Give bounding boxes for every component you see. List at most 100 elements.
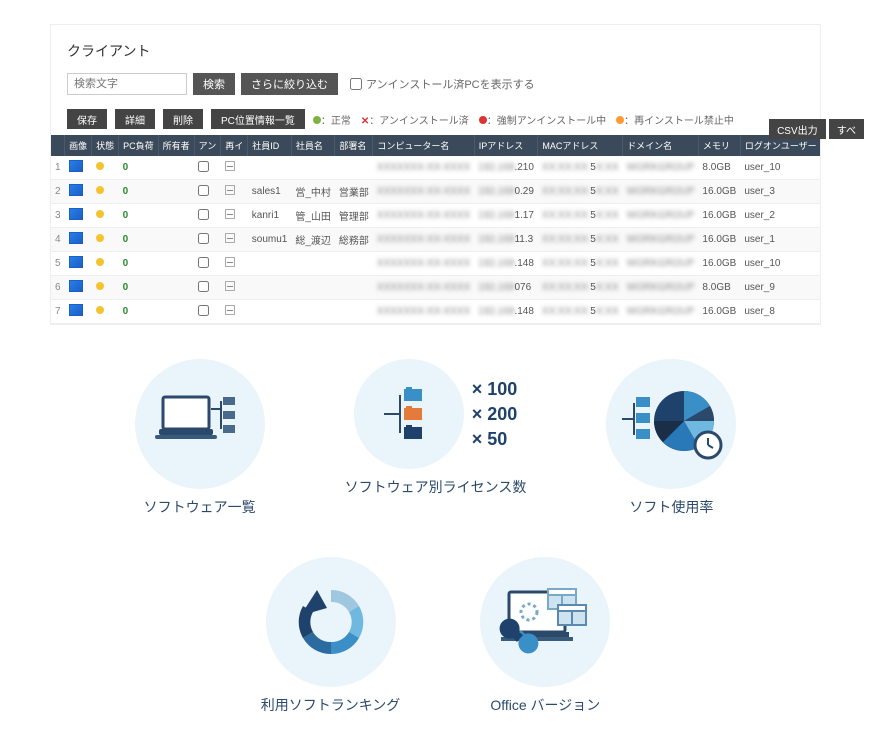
uninstall-checkbox[interactable] bbox=[198, 281, 209, 292]
domain-cell: WORKGROUP bbox=[623, 252, 699, 276]
column-header[interactable] bbox=[51, 135, 65, 156]
table-row[interactable]: 30kanri1管_山田管理部XXXXXXX-XX-XXXX192.1681.1… bbox=[51, 204, 820, 228]
uninstall-cell[interactable] bbox=[194, 252, 221, 276]
ip-address-cell: 192.168.148 bbox=[474, 252, 538, 276]
department-cell bbox=[335, 252, 373, 276]
image-cell[interactable] bbox=[65, 276, 92, 300]
uninstall-cell[interactable] bbox=[194, 300, 221, 324]
uninstall-checkbox[interactable] bbox=[198, 305, 209, 316]
employee-name-cell: 総_渡辺 bbox=[291, 228, 335, 252]
uninstall-cell[interactable] bbox=[194, 228, 221, 252]
department-cell: 総務部 bbox=[335, 228, 373, 252]
image-cell[interactable] bbox=[65, 180, 92, 204]
reinstall-cell[interactable] bbox=[221, 276, 248, 300]
memory-cell: 8.0GB bbox=[698, 156, 740, 180]
search-input[interactable] bbox=[67, 73, 187, 95]
reinstall-cell[interactable] bbox=[221, 228, 248, 252]
ip-address-cell: 192.168076 bbox=[474, 276, 538, 300]
column-header[interactable]: 再イ bbox=[221, 135, 248, 156]
uninstall-checkbox[interactable] bbox=[198, 209, 209, 220]
save-button[interactable]: 保存 bbox=[67, 109, 107, 129]
uninstalled-checkbox-label[interactable]: アンインストール済PCを表示する bbox=[350, 76, 535, 92]
uninstall-checkbox[interactable] bbox=[198, 233, 209, 244]
reinstall-cell[interactable] bbox=[221, 204, 248, 228]
collapse-icon[interactable] bbox=[225, 233, 235, 243]
table-row[interactable]: 20sales1営_中村営業部XXXXXXX-XX-XXXX192.1680.2… bbox=[51, 180, 820, 204]
uninstall-checkbox[interactable] bbox=[198, 257, 209, 268]
column-header[interactable]: メモリ bbox=[698, 135, 740, 156]
employee-id-cell bbox=[248, 252, 292, 276]
column-header[interactable]: 画像 bbox=[65, 135, 92, 156]
image-cell[interactable] bbox=[65, 300, 92, 324]
uninstalled-checkbox[interactable] bbox=[350, 78, 362, 90]
owner-cell bbox=[158, 156, 194, 180]
csv-export-button[interactable]: CSV出力 bbox=[769, 119, 826, 139]
collapse-icon[interactable] bbox=[225, 257, 235, 267]
uninstall-cell[interactable] bbox=[194, 204, 221, 228]
delete-button[interactable]: 削除 bbox=[163, 109, 203, 129]
uninstall-cell[interactable] bbox=[194, 276, 221, 300]
image-cell[interactable] bbox=[65, 156, 92, 180]
column-header[interactable]: 社員ID bbox=[248, 135, 292, 156]
row-number: 6 bbox=[51, 276, 65, 300]
collapse-icon[interactable] bbox=[225, 185, 235, 195]
table-row[interactable]: 60XXXXXXX-XX-XXXX192.168076XX:XX:XX:5X:X… bbox=[51, 276, 820, 300]
memory-cell: 16.0GB bbox=[698, 180, 740, 204]
reinstall-cell[interactable] bbox=[221, 180, 248, 204]
filter-button[interactable]: さらに絞り込む bbox=[241, 73, 338, 95]
status-legend: ：正常 ✕：アンインストール済 ：強制アンインストール中 ：再インストール禁止中 bbox=[313, 112, 734, 127]
uninstall-cell[interactable] bbox=[194, 156, 221, 180]
column-header[interactable]: アン bbox=[194, 135, 221, 156]
column-header[interactable]: 社員名 bbox=[291, 135, 335, 156]
uninstall-cell[interactable] bbox=[194, 180, 221, 204]
table-row[interactable]: 10XXXXXXX-XX-XXXX192.168.210XX:XX:XX:5X:… bbox=[51, 156, 820, 180]
column-header[interactable]: 部署名 bbox=[335, 135, 373, 156]
table-row[interactable]: 50XXXXXXX-XX-XXXX192.168.148XX:XX:XX:5X:… bbox=[51, 252, 820, 276]
owner-cell bbox=[158, 180, 194, 204]
image-cell[interactable] bbox=[65, 228, 92, 252]
reinstall-cell[interactable] bbox=[221, 300, 248, 324]
column-header[interactable]: PC負荷 bbox=[119, 135, 159, 156]
legend-uninstalled: ：アンインストール済 bbox=[369, 116, 468, 127]
column-header[interactable]: MACアドレス bbox=[538, 135, 623, 156]
csv-bar: CSV出力 すべ bbox=[769, 119, 864, 139]
employee-name-cell: 管_山田 bbox=[291, 204, 335, 228]
search-row: 検索 さらに絞り込む アンインストール済PCを表示する bbox=[51, 73, 820, 103]
feature-license-count: × 100 × 200 × 50 ソフトウェア別ライセンス数 bbox=[345, 359, 527, 517]
domain-cell: WORKGROUP bbox=[623, 300, 699, 324]
table-row[interactable]: 70XXXXXXX-XX-XXXX192.168.148XX:XX:XX:5X:… bbox=[51, 300, 820, 324]
collapse-icon[interactable] bbox=[225, 305, 235, 315]
reinstall-cell[interactable] bbox=[221, 156, 248, 180]
column-header[interactable]: 状態 bbox=[92, 135, 119, 156]
uninstall-checkbox[interactable] bbox=[198, 185, 209, 196]
reinstall-cell[interactable] bbox=[221, 252, 248, 276]
search-button[interactable]: 検索 bbox=[193, 73, 235, 95]
image-cell[interactable] bbox=[65, 204, 92, 228]
employee-id-cell bbox=[248, 276, 292, 300]
status-dot-icon bbox=[96, 306, 104, 314]
mac-address-cell: XX:XX:XX:5X:XX bbox=[538, 204, 623, 228]
employee-id-cell: kanri1 bbox=[248, 204, 292, 228]
status-cell bbox=[92, 228, 119, 252]
image-cell[interactable] bbox=[65, 252, 92, 276]
collapse-icon[interactable] bbox=[225, 209, 235, 219]
pc-load-cell: 0 bbox=[119, 180, 159, 204]
collapse-icon[interactable] bbox=[225, 161, 235, 171]
table-row[interactable]: 40soumu1総_渡辺総務部XXXXXXX-XX-XXXX192.16811.… bbox=[51, 228, 820, 252]
column-header[interactable]: 所有者 bbox=[158, 135, 194, 156]
pc-thumbnail-icon bbox=[69, 184, 83, 196]
detail-button[interactable]: 詳細 bbox=[115, 109, 155, 129]
logon-user-cell: user_1 bbox=[740, 228, 820, 252]
employee-name-cell bbox=[291, 276, 335, 300]
column-header[interactable]: ドメイン名 bbox=[623, 135, 699, 156]
all-button[interactable]: すべ bbox=[829, 119, 864, 139]
toolbar: 保存 詳細 削除 PC位置情報一覧 ：正常 ✕：アンインストール済 ：強制アンイ… bbox=[51, 103, 820, 135]
memory-cell: 8.0GB bbox=[698, 276, 740, 300]
software-list-icon bbox=[135, 359, 265, 489]
column-header[interactable]: IPアドレス bbox=[474, 135, 538, 156]
uninstall-checkbox[interactable] bbox=[198, 161, 209, 172]
collapse-icon[interactable] bbox=[225, 281, 235, 291]
pc-location-button[interactable]: PC位置情報一覧 bbox=[211, 109, 305, 129]
column-header[interactable]: コンピューター名 bbox=[373, 135, 474, 156]
employee-name-cell: 営_中村 bbox=[291, 180, 335, 204]
